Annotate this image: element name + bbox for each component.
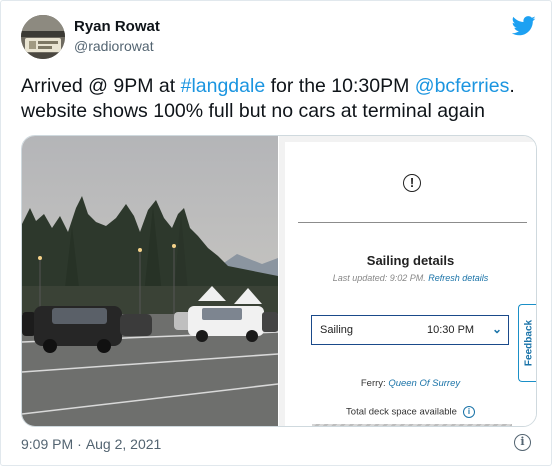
info-icon[interactable]: i	[462, 406, 475, 418]
tweet-text: Arrived @ 9PM at #langdale for the 10:30…	[21, 74, 541, 124]
website-screenshot: ! Sailing details Last updated: 9:02 PM.…	[279, 136, 536, 426]
tweet-text-part: for the 10:30PM	[265, 75, 415, 97]
twitter-bird-icon[interactable]	[511, 15, 536, 37]
ferry-line: Ferry: Queen Of Surrey	[285, 378, 536, 389]
tweet-media: ! Sailing details Last updated: 9:02 PM.…	[21, 135, 537, 427]
refresh-details-link[interactable]: Refresh details	[428, 273, 488, 283]
tweet-time: 9:09 PM	[21, 436, 74, 452]
tweet-timestamp[interactable]: 9:09 PM · Aug 2, 2021	[21, 436, 161, 452]
mention-link[interactable]: @bcferries	[415, 75, 510, 97]
feedback-label: Feedback	[523, 319, 534, 367]
tweet-text-part: Arrived @ 9PM at	[21, 75, 181, 97]
author-name[interactable]: Ryan Rowat	[74, 18, 160, 35]
ferry-label: Ferry:	[360, 378, 386, 389]
terminal-photo[interactable]	[22, 136, 279, 426]
chevron-down-icon: ⌄	[492, 322, 503, 336]
divider	[298, 222, 527, 223]
screenshot-panel: ! Sailing details Last updated: 9:02 PM.…	[285, 142, 536, 426]
tweet-card: Ryan Rowat @radiorowat Arrived @ 9PM at …	[0, 0, 552, 466]
last-updated-text: Last updated: 9:02 PM. Refresh details	[285, 273, 536, 283]
avatar[interactable]	[21, 15, 65, 59]
author-handle[interactable]: @radiorowat	[74, 38, 154, 54]
sailing-select-label: Sailing	[320, 324, 354, 336]
alert-icon: !	[403, 174, 421, 192]
timestamp-separator: ·	[77, 436, 82, 452]
info-icon[interactable]: i	[514, 434, 531, 451]
ferry-name-link[interactable]: Queen Of Surrey	[388, 378, 460, 389]
last-updated-label: Last updated: 9:02 PM.	[332, 273, 426, 283]
tweet-date: Aug 2, 2021	[85, 436, 162, 452]
feedback-tab[interactable]: Feedback	[518, 304, 536, 382]
sailing-select[interactable]: Sailing 10:30 PM ⌄	[311, 315, 509, 345]
sailing-select-value: 10:30 PM	[427, 324, 475, 336]
sailing-details-heading: Sailing details	[366, 253, 455, 268]
deck-space-label: Total deck space available	[346, 406, 457, 418]
deck-space-bar	[312, 424, 512, 426]
deck-space-line: Total deck space available i	[285, 406, 536, 418]
hashtag-link[interactable]: #langdale	[181, 75, 266, 97]
